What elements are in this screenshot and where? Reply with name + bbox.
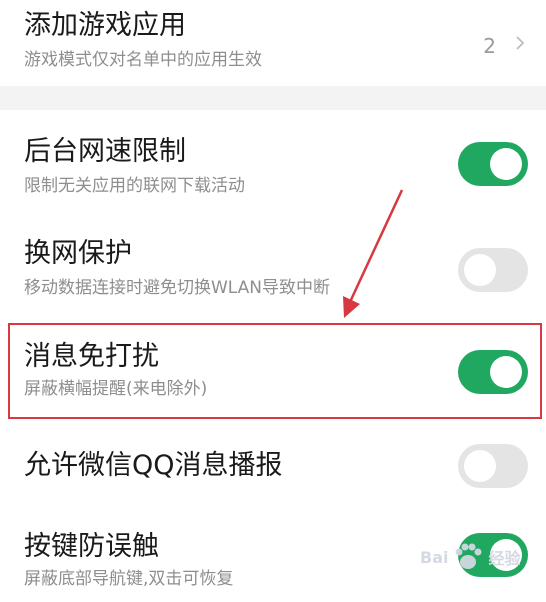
game-mode-settings-screen: 添加游戏应用 游戏模式仅对名单中的应用生效 2 后台网速限制 限制无关应用的联网…: [0, 0, 546, 602]
wechat-qq-broadcast-toggle[interactable]: [458, 444, 528, 488]
section-divider: [0, 86, 546, 110]
network-switch-protection-title: 换网保护: [24, 238, 132, 269]
background-speed-limit-row: 后台网速限制 限制无关应用的联网下载活动: [0, 110, 546, 210]
key-anti-mistouch-toggle[interactable]: [458, 533, 528, 577]
add-game-apps-subtitle: 游戏模式仅对名单中的应用生效: [24, 50, 262, 70]
do-not-disturb-subtitle: 屏蔽横幅提醒(来电除外): [24, 379, 208, 399]
do-not-disturb-title: 消息免打扰: [24, 341, 159, 372]
wechat-qq-broadcast-row: 允许微信QQ消息播报: [0, 430, 546, 500]
add-game-apps-row[interactable]: 添加游戏应用 游戏模式仅对名单中的应用生效 2: [0, 0, 546, 86]
game-app-count: 2: [483, 34, 496, 58]
network-switch-protection-row: 换网保护 移动数据连接时避免切换WLAN导致中断: [0, 220, 546, 320]
chevron-right-icon: [516, 36, 525, 50]
network-switch-protection-toggle[interactable]: [458, 248, 528, 292]
toggle-knob: [464, 450, 496, 482]
do-not-disturb-row: 消息免打扰 屏蔽横幅提醒(来电除外): [0, 325, 546, 417]
toggle-knob: [490, 148, 522, 180]
background-speed-limit-title: 后台网速限制: [24, 136, 186, 167]
network-switch-protection-subtitle: 移动数据连接时避免切换WLAN导致中断: [24, 278, 331, 298]
key-anti-mistouch-title: 按键防误触: [24, 531, 159, 562]
toggle-knob: [464, 254, 496, 286]
toggle-knob: [490, 539, 522, 571]
background-speed-limit-subtitle: 限制无关应用的联网下载活动: [24, 176, 245, 196]
toggle-knob: [490, 356, 522, 388]
key-anti-mistouch-row: 按键防误触 屏蔽底部导航键,双击可恢复: [0, 515, 546, 602]
key-anti-mistouch-subtitle: 屏蔽底部导航键,双击可恢复: [24, 569, 234, 589]
background-speed-limit-toggle[interactable]: [458, 142, 528, 186]
do-not-disturb-toggle[interactable]: [458, 350, 528, 394]
add-game-apps-title: 添加游戏应用: [24, 10, 186, 41]
wechat-qq-broadcast-title: 允许微信QQ消息播报: [24, 450, 283, 481]
